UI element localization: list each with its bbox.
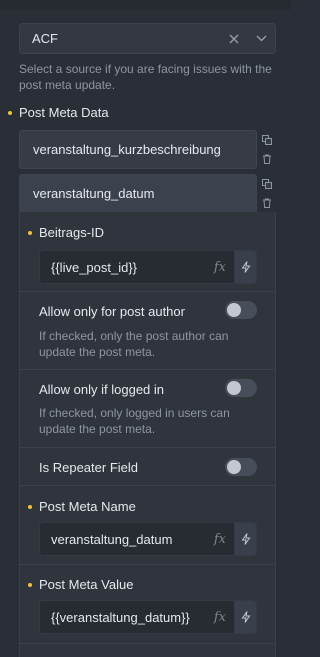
divider [19,643,276,644]
duplicate-icon[interactable] [261,134,272,145]
meta-name-input[interactable]: veranstaltung_datum fx [39,522,234,556]
post-id-label: Beitrags-ID [39,225,105,240]
bolt-icon[interactable] [234,250,257,284]
post-id-input-group: {{live_post_id}} fx [39,250,257,284]
divider [19,564,276,565]
fx-icon: fx [213,259,226,275]
trash-icon[interactable] [262,198,272,209]
allow-author-help: If checked, only the post author can upd… [39,329,229,359]
repeater-item-datum[interactable]: veranstaltung_datum [19,174,257,213]
is-repeater-toggle[interactable] [225,458,257,476]
meta-name-label: Post Meta Name [39,499,136,514]
repeater-item-label: veranstaltung_kurzbeschreibung [33,142,221,157]
repeater-item-actions [257,130,276,169]
chevron-down-icon[interactable] [256,35,267,42]
toggle-knob [227,460,241,474]
trash-icon[interactable] [262,154,272,165]
top-edge [0,0,291,10]
source-select[interactable]: ACF [19,23,276,54]
meta-value-label: Post Meta Value [39,577,134,592]
source-selected-value: ACF [32,31,58,46]
post-meta-data-label: Post Meta Data [19,105,109,120]
divider [19,485,276,486]
toggle-knob [227,381,241,395]
required-dot [28,583,32,587]
repeater-item-kurzbeschreibung[interactable]: veranstaltung_kurzbeschreibung [19,130,257,169]
source-help-text: Select a source if you are facing issues… [19,62,272,92]
allow-author-toggle[interactable] [225,301,257,319]
divider [19,291,276,292]
fx-icon: fx [213,609,226,625]
allow-author-label: Allow only for post author [39,304,185,319]
divider [19,447,276,448]
meta-name-input-group: veranstaltung_datum fx [39,522,257,556]
required-dot [8,111,12,115]
repeater-item-actions [257,174,276,213]
is-repeater-label: Is Repeater Field [39,460,138,475]
bolt-icon[interactable] [234,522,257,556]
duplicate-icon[interactable] [261,178,272,189]
meta-value-input-group: {{veranstaltung_datum}} fx [39,600,257,634]
allow-logged-in-help: If checked, only logged in users can upd… [39,406,230,436]
repeater-item-label: veranstaltung_datum [33,186,155,201]
post-id-input[interactable]: {{live_post_id}} fx [39,250,234,284]
fx-icon: fx [213,531,226,547]
allow-logged-in-label: Allow only if logged in [39,382,165,397]
required-dot [28,231,32,235]
required-dot [28,505,32,509]
meta-value-input[interactable]: {{veranstaltung_datum}} fx [39,600,234,634]
allow-logged-in-toggle[interactable] [225,379,257,397]
toggle-knob [227,303,241,317]
close-icon[interactable] [229,34,239,44]
bolt-icon[interactable] [234,600,257,634]
divider [19,369,276,370]
